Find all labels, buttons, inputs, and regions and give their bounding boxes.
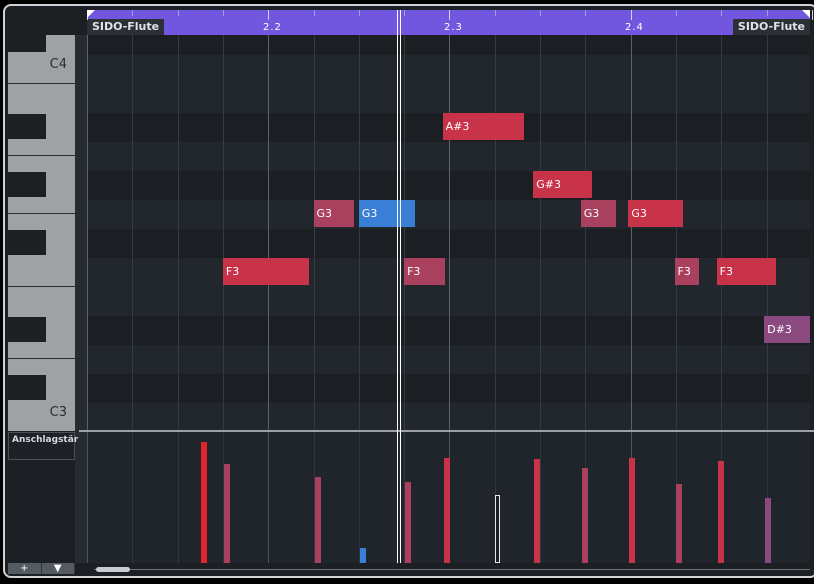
grid-line — [87, 432, 88, 563]
ruler-tick — [631, 10, 632, 20]
ruler-tick — [721, 10, 722, 16]
add-lane-button[interactable]: + — [8, 563, 42, 574]
c4-label: C4 — [50, 57, 67, 72]
ruler-tick — [314, 10, 315, 16]
gutter — [75, 35, 87, 563]
note-f3[interactable]: F3 — [223, 258, 309, 285]
ruler-tick — [449, 10, 450, 20]
white-key-divider — [8, 213, 75, 214]
velocity-bar[interactable] — [224, 464, 230, 563]
black-key — [8, 230, 46, 255]
ruler-tick — [359, 10, 360, 16]
grid-line — [132, 35, 133, 431]
velocity-bar[interactable] — [582, 468, 588, 563]
part-start-marker — [87, 10, 95, 18]
velocity-bar[interactable] — [315, 477, 321, 563]
velocity-bar[interactable] — [676, 484, 682, 563]
ruler-tick — [585, 10, 586, 16]
piano-keyboard[interactable]: C4 C3 — [8, 35, 75, 431]
grid-line — [449, 35, 450, 431]
grid-line — [721, 35, 722, 431]
note-grid[interactable]: F3G3G3F3A#3G#3G3G3F3F3D#3 — [87, 35, 810, 431]
grid-line — [178, 35, 179, 431]
lane-buttons: + ▼ — [8, 563, 75, 574]
velocity-bar[interactable] — [360, 548, 366, 563]
velocity-bar[interactable] — [495, 495, 500, 563]
velocity-bar[interactable] — [718, 461, 724, 563]
part-name-left: SIDO-Flute — [87, 19, 164, 35]
white-key-divider — [8, 83, 75, 84]
note-g3[interactable]: G3 — [314, 200, 355, 227]
grid-line — [676, 35, 677, 431]
grid-line — [87, 35, 88, 431]
grid-line — [631, 35, 632, 431]
ruler-tick — [767, 10, 768, 16]
note-g3[interactable]: G3 — [581, 200, 616, 227]
lane-menu-button[interactable]: ▼ — [42, 563, 76, 574]
grid-line — [132, 432, 133, 563]
grid-line — [223, 35, 224, 431]
grid-line — [359, 432, 360, 563]
ruler-tick — [540, 10, 541, 16]
white-key-divider — [8, 155, 75, 156]
grid-line — [178, 432, 179, 563]
grid-line — [404, 35, 405, 431]
grid-line — [359, 35, 360, 431]
note-f3[interactable]: F3 — [717, 258, 776, 285]
ruler-tick — [676, 10, 677, 16]
grid-line — [268, 35, 269, 431]
note-g3[interactable]: G3 — [359, 200, 416, 227]
grid-line — [767, 35, 768, 431]
velocity-bar[interactable] — [405, 482, 411, 563]
black-key — [8, 375, 46, 400]
ruler-tick — [223, 10, 224, 16]
scrollbar-thumb[interactable] — [96, 567, 130, 572]
note-f3[interactable]: F3 — [675, 258, 700, 285]
part-end-marker — [802, 10, 810, 18]
grid-line — [268, 432, 269, 563]
velocity-bar[interactable] — [444, 458, 450, 563]
grid-line — [540, 35, 541, 431]
ruler-tick — [812, 10, 813, 20]
keyboard-top — [8, 10, 75, 35]
ruler-tick — [132, 10, 133, 16]
grid-line — [495, 35, 496, 431]
playhead-cursor[interactable] — [397, 10, 401, 563]
ruler-label: 2.4 — [625, 22, 644, 33]
note-f3[interactable]: F3 — [404, 258, 445, 285]
velocity-bar[interactable] — [201, 442, 207, 563]
grid-line — [585, 35, 586, 431]
black-key — [8, 317, 46, 342]
c3-label: C3 — [50, 405, 67, 420]
ruler-tick — [495, 10, 496, 16]
velocity-bar[interactable] — [534, 459, 540, 563]
note-g3[interactable]: G3 — [628, 200, 682, 227]
ruler-tick — [178, 10, 179, 16]
black-key — [8, 114, 46, 139]
ruler[interactable]: SIDO-Flute 2.2 2.3 2.4 SIDO-Flute — [87, 10, 810, 35]
ruler-label: 2.3 — [444, 22, 463, 33]
ruler-label: 2.2 — [263, 22, 282, 33]
ruler-tick — [268, 10, 269, 20]
black-key — [8, 172, 46, 197]
white-key-divider — [8, 358, 75, 359]
white-key-divider — [8, 286, 75, 287]
ruler-tick — [404, 10, 405, 16]
velocity-lane-label[interactable]: Anschlagstär — [8, 432, 75, 460]
note-gsharp3[interactable]: G#3 — [533, 171, 592, 198]
black-key — [8, 35, 46, 52]
velocity-lane[interactable] — [87, 432, 810, 563]
part-name-right: SIDO-Flute — [733, 19, 810, 35]
horizontal-scrollbar[interactable] — [94, 569, 810, 570]
grid-line — [314, 35, 315, 431]
note-asharp3[interactable]: A#3 — [443, 113, 525, 140]
velocity-bar[interactable] — [629, 458, 635, 563]
note-dsharp3[interactable]: D#3 — [764, 316, 809, 343]
velocity-bar[interactable] — [765, 498, 771, 563]
